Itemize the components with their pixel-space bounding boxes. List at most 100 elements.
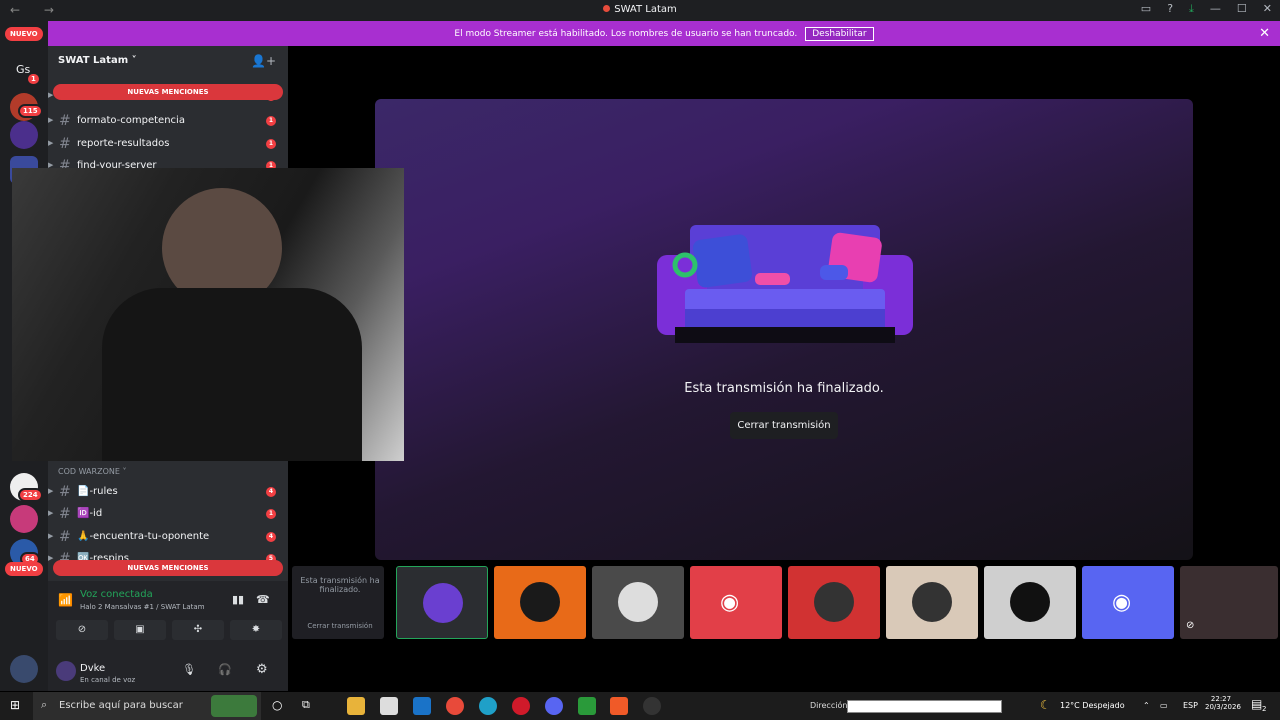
window-controls: ▭ ? ⤓ — ☐ ✕ bbox=[1141, 2, 1272, 16]
channel-item[interactable]: ▶ # 📄-rules 4 bbox=[48, 482, 288, 502]
windows-start-icon[interactable]: ⊞ bbox=[10, 698, 20, 712]
muted-icon: ⊘ bbox=[1186, 620, 1195, 631]
server-icon[interactable] bbox=[10, 121, 38, 149]
opera-icon[interactable] bbox=[512, 697, 530, 715]
app-icon bbox=[603, 5, 611, 12]
notifications-icon[interactable]: ▤ bbox=[1251, 697, 1262, 711]
network-icon[interactable]: ▭ bbox=[1160, 701, 1168, 710]
avatar bbox=[814, 582, 854, 622]
address-label: Dirección bbox=[810, 701, 848, 710]
download-icon[interactable]: ⤓ bbox=[1189, 2, 1194, 16]
server-icon[interactable] bbox=[10, 505, 38, 533]
new-badge[interactable]: NUEVO bbox=[5, 27, 43, 41]
disconnect-icon[interactable]: ☎ bbox=[256, 593, 270, 606]
stream-stage: Esta transmisión ha finalizado. Cerrar t… bbox=[375, 99, 1193, 560]
user-status: En canal de voz bbox=[80, 676, 136, 684]
window-title: SWAT Latam bbox=[0, 4, 1280, 15]
chrome-icon[interactable] bbox=[446, 697, 464, 715]
taskbar-search[interactable]: ⌕ Escribe aquí para buscar bbox=[33, 692, 261, 720]
search-highlight-image bbox=[211, 695, 257, 717]
user-avatar[interactable] bbox=[56, 661, 76, 681]
close-stream-button[interactable]: Cerrar transmisión bbox=[730, 412, 838, 439]
disable-streamer-button[interactable]: Deshabilitar bbox=[805, 26, 874, 41]
activities-button[interactable]: ✣ bbox=[172, 620, 224, 640]
new-mentions-top[interactable]: NUEVAS MENCIONES bbox=[53, 84, 283, 100]
avatar bbox=[912, 582, 952, 622]
participant-strip: Esta transmisión ha finalizado. Cerrar t… bbox=[288, 562, 1280, 644]
hash-icon: # bbox=[59, 506, 71, 522]
participant-tile[interactable]: ⊘ bbox=[1180, 566, 1278, 639]
tray-chevron-icon[interactable]: ⌃ bbox=[1143, 701, 1150, 710]
headphones-icon[interactable]: 🎧 bbox=[218, 663, 232, 676]
file-explorer-icon[interactable] bbox=[347, 697, 365, 715]
minimize-button[interactable]: — bbox=[1210, 2, 1221, 16]
user-panel: Dvke En canal de voz 🎙 🎧 ⚙ bbox=[48, 653, 288, 691]
weather-text[interactable]: 12°C Despejado bbox=[1060, 701, 1125, 710]
discord-taskbar-icon[interactable] bbox=[545, 697, 563, 715]
new-mentions-bottom[interactable]: NUEVAS MENCIONES bbox=[53, 560, 283, 576]
webcam-overlay bbox=[12, 168, 404, 461]
close-window-button[interactable]: ✕ bbox=[1263, 2, 1272, 16]
participant-tile[interactable] bbox=[886, 566, 978, 639]
participant-tile[interactable] bbox=[984, 566, 1076, 639]
person-body bbox=[102, 288, 362, 461]
participant-tile[interactable] bbox=[788, 566, 880, 639]
participant-tile[interactable] bbox=[494, 566, 586, 639]
participant-tile[interactable] bbox=[592, 566, 684, 639]
clock[interactable]: 22:27 20/3/2026 bbox=[1205, 695, 1241, 711]
ended-stream-tile[interactable]: Esta transmisión ha finalizado. Cerrar t… bbox=[292, 566, 384, 639]
participant-tile[interactable] bbox=[396, 566, 488, 639]
cortana-icon[interactable]: ○ bbox=[272, 698, 282, 712]
banner-close-icon[interactable]: ✕ bbox=[1259, 26, 1270, 41]
maximize-button[interactable]: ☐ bbox=[1237, 2, 1247, 16]
username[interactable]: Dvke bbox=[80, 663, 105, 674]
hash-icon: # bbox=[59, 136, 71, 152]
outlook-icon[interactable] bbox=[413, 697, 431, 715]
obs-icon[interactable] bbox=[643, 697, 661, 715]
voice-panel: 📶 Voz conectada Halo 2 Mansalvas #1 / SW… bbox=[48, 581, 288, 691]
user-avatar[interactable] bbox=[10, 655, 38, 683]
weather-icon: ☾ bbox=[1040, 698, 1051, 712]
microphone-icon[interactable]: 🎙 bbox=[182, 663, 196, 676]
server-badge: 1 bbox=[26, 72, 41, 86]
notification-count: 2 bbox=[1262, 705, 1267, 713]
new-badge[interactable]: NUEVO bbox=[5, 562, 43, 576]
participant-tile[interactable]: ◉ bbox=[690, 566, 782, 639]
store-icon[interactable] bbox=[380, 697, 398, 715]
help-icon[interactable]: ? bbox=[1167, 2, 1173, 16]
banner-message: El modo Streamer está habilitado. Los no… bbox=[454, 28, 798, 39]
invite-icon[interactable]: 👤+ bbox=[251, 54, 276, 68]
hash-icon: # bbox=[59, 113, 71, 129]
channel-item[interactable]: ▶ # formato-competencia 1 bbox=[48, 111, 288, 131]
voice-channel[interactable]: Halo 2 Mansalvas #1 / SWAT Latam bbox=[80, 603, 205, 611]
channel-item[interactable]: ▶ # 🆔-id 1 bbox=[48, 504, 288, 524]
category-header[interactable]: COD WARZONE ˅ bbox=[58, 467, 126, 476]
noise-suppression-icon[interactable]: ▮▮ bbox=[232, 593, 244, 606]
participant-tile[interactable]: ◉ bbox=[1082, 566, 1174, 639]
server-badge: 224 bbox=[18, 488, 43, 502]
voice-status[interactable]: Voz conectada bbox=[80, 589, 153, 600]
couch-illustration bbox=[657, 225, 913, 343]
discord-icon: ◉ bbox=[720, 590, 740, 615]
hash-icon: # bbox=[59, 484, 71, 500]
hash-icon: # bbox=[59, 529, 71, 545]
brave-icon[interactable] bbox=[610, 697, 628, 715]
language-indicator[interactable]: ESP bbox=[1183, 701, 1198, 710]
inbox-icon[interactable]: ▭ bbox=[1141, 2, 1151, 16]
channel-item[interactable]: ▶ # reporte-resultados 1 bbox=[48, 134, 288, 154]
camera-off-button[interactable]: ⊘ bbox=[56, 620, 108, 640]
taskbar: ⊞ ⌕ Escribe aquí para buscar ○ ⧉ Direcci… bbox=[0, 692, 1280, 720]
stream-ended-message: Esta transmisión ha finalizado. bbox=[684, 381, 884, 396]
task-view-icon[interactable]: ⧉ bbox=[302, 698, 310, 712]
avatar bbox=[1010, 582, 1050, 622]
discord-icon: ◉ bbox=[1112, 590, 1132, 615]
app-icon[interactable] bbox=[578, 697, 596, 715]
address-input[interactable] bbox=[847, 700, 1002, 713]
title-bar: ← → SWAT Latam ▭ ? ⤓ — ☐ ✕ bbox=[0, 0, 1280, 21]
soundboard-button[interactable]: ✸ bbox=[230, 620, 282, 640]
gear-icon[interactable]: ⚙ bbox=[256, 662, 268, 677]
screen-share-button[interactable]: ▣ bbox=[114, 620, 166, 640]
edge-icon[interactable] bbox=[479, 697, 497, 715]
server-name[interactable]: SWAT Latam ˅ bbox=[58, 55, 137, 66]
channel-item[interactable]: ▶ # 🙏-encuentra-tu-oponente 4 bbox=[48, 527, 288, 547]
